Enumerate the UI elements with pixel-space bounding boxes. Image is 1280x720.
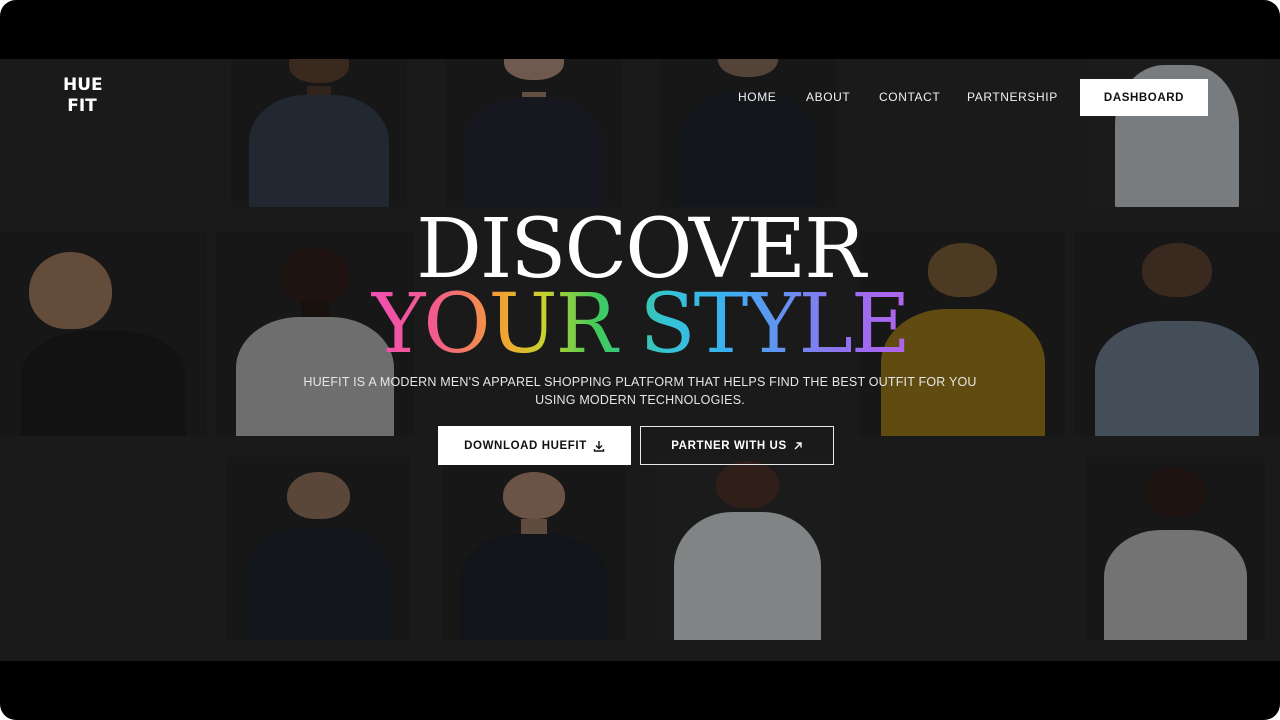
photo-tile <box>231 59 407 207</box>
nav-contact[interactable]: CONTACT <box>879 90 940 104</box>
dashboard-button[interactable]: DASHBOARD <box>1080 79 1208 116</box>
landing-page: HUE FIT HOME ABOUT CONTACT PARTNERSHIP D… <box>0 59 1280 661</box>
nav-partnership[interactable]: PARTNERSHIP <box>967 90 1058 104</box>
download-icon <box>593 440 605 452</box>
photo-tile <box>442 457 626 640</box>
photo-tile <box>656 457 839 640</box>
arrow-up-right-icon <box>794 441 802 449</box>
nav-about[interactable]: ABOUT <box>806 90 850 104</box>
gradient-text: YOUR STYLE <box>371 277 911 372</box>
photo-tile <box>660 59 836 207</box>
huefit-logo[interactable]: HUE FIT <box>63 75 103 121</box>
partner-label: PARTNER WITH US <box>671 439 787 452</box>
partner-with-us-button[interactable]: PARTNER WITH US <box>640 426 834 465</box>
photo-tile <box>227 457 410 640</box>
hero-description: HUEFIT IS A MODERN MEN'S APPAREL SHOPPIN… <box>303 375 977 407</box>
hero-title-line2: YOUR STYLE <box>0 280 1280 370</box>
download-label: DOWNLOAD HUEFIT <box>464 439 587 452</box>
logo-line2: FIT <box>67 96 97 116</box>
download-huefit-button[interactable]: DOWNLOAD HUEFIT <box>438 426 631 465</box>
photo-tile <box>446 59 622 207</box>
screen-frame: HUE FIT HOME ABOUT CONTACT PARTNERSHIP D… <box>0 0 1280 720</box>
photo-tile <box>1086 457 1265 640</box>
nav-home[interactable]: HOME <box>738 90 776 104</box>
logo-line1: HUE <box>63 75 103 95</box>
